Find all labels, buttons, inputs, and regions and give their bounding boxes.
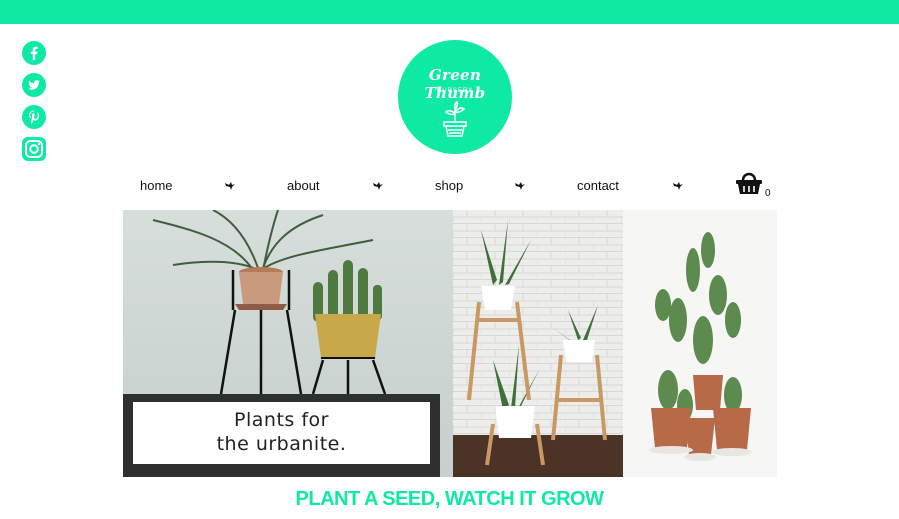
pinterest-icon[interactable] — [21, 104, 47, 130]
nav-contact[interactable]: contact — [577, 178, 619, 193]
top-accent-bar — [0, 0, 899, 24]
brand-subtitle: NURSERY — [436, 88, 474, 94]
social-links — [21, 40, 49, 168]
hero-caption-line1: Plants for — [234, 409, 329, 431]
hero-image-wood-stands — [453, 210, 623, 477]
hero-image-cacti — [623, 210, 777, 477]
hero-caption: Plants for the urbanite. — [133, 402, 430, 464]
brand-logo[interactable]: Green Thumb NURSERY — [398, 40, 512, 154]
bird-icon — [373, 182, 383, 190]
hero-image-plant-stands: Plants for the urbanite. — [123, 210, 453, 477]
bird-icon — [225, 182, 235, 190]
brand-name: Green Thumb — [424, 66, 486, 102]
hero-collage: Plants for the urbanite. — [123, 210, 777, 477]
facebook-icon[interactable] — [21, 40, 47, 66]
potted-plant-icon — [443, 100, 467, 137]
nav-home[interactable]: home — [140, 178, 173, 193]
cart-count: 0 — [765, 188, 771, 199]
nav-about[interactable]: about — [287, 178, 320, 193]
bird-icon — [673, 182, 683, 190]
hero-caption-frame: Plants for the urbanite. — [123, 394, 440, 477]
tagline: PLANT A SEED, WATCH IT GROW — [295, 488, 604, 510]
nav-shop[interactable]: shop — [435, 178, 463, 193]
main-nav: home about shop contact 0 — [0, 170, 899, 200]
bird-icon — [515, 182, 525, 190]
twitter-icon[interactable] — [21, 72, 47, 98]
instagram-icon[interactable] — [21, 136, 47, 162]
hero-caption-line2: the urbanite. — [216, 433, 347, 455]
